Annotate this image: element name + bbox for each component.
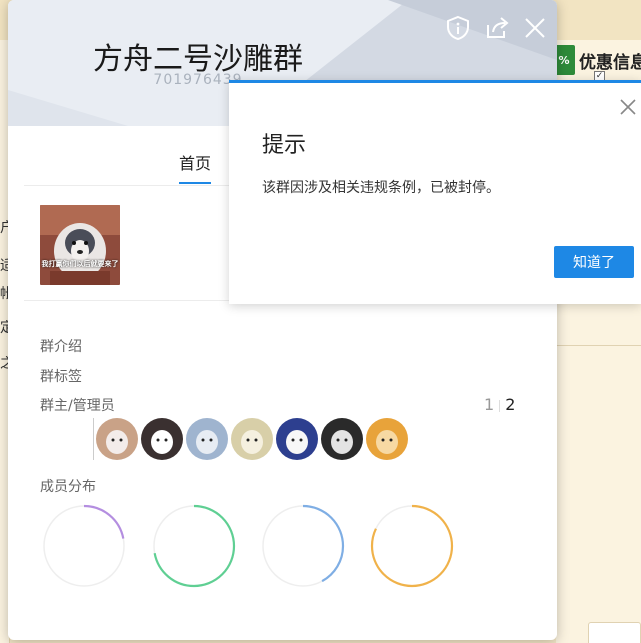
avatar-marshmello[interactable]: [141, 418, 183, 460]
distribution-ring: [42, 504, 126, 588]
avatar-dark-hair[interactable]: [321, 418, 363, 460]
pager-current[interactable]: 2: [505, 395, 515, 414]
admins-label: 群主/管理员: [40, 398, 115, 414]
avatar-anime-boy[interactable]: [186, 418, 228, 460]
album-caption: 我打赢你们以后就要来了: [41, 260, 119, 268]
pager-separator: [499, 399, 501, 412]
group-tags-label: 群标签: [40, 369, 82, 385]
pager-prev[interactable]: 1: [484, 395, 494, 414]
admin-avatar-list: [96, 418, 408, 460]
background-corner-box: [588, 622, 641, 643]
dog-photo-image: [40, 205, 120, 285]
dialog-message: 该群因涉及相关违规条例，已被封停。: [262, 180, 500, 196]
group-intro-label: 群介绍: [40, 339, 82, 355]
background-divider: [556, 345, 641, 346]
distribution-ring: [370, 504, 454, 588]
admin-pager: 12: [484, 395, 515, 414]
avatar-monkey[interactable]: [366, 418, 408, 460]
group-album-photo[interactable]: 我打赢你们以后就要来了: [40, 205, 120, 285]
dialog-close-icon[interactable]: [619, 98, 637, 116]
promo-text: 优惠信息: [579, 52, 641, 73]
report-shield-icon[interactable]: [444, 14, 472, 42]
tab-home[interactable]: 首页: [179, 150, 212, 184]
avatar-cartoon-boy[interactable]: [276, 418, 318, 460]
admin-list-divider: [93, 418, 94, 460]
distribution-ring: [261, 504, 345, 588]
dialog-title: 提示: [262, 133, 307, 158]
notice-dialog: 提示 该群因涉及相关违规条例，已被封停。 知道了: [229, 80, 641, 304]
acknowledge-button[interactable]: 知道了: [554, 246, 634, 278]
avatar-dog[interactable]: [96, 418, 138, 460]
share-icon[interactable]: [483, 14, 511, 42]
member-distribution-label: 成员分布: [40, 479, 96, 495]
avatar-anime-girl[interactable]: [231, 418, 273, 460]
distribution-ring: [152, 504, 236, 588]
close-icon[interactable]: [521, 14, 549, 42]
